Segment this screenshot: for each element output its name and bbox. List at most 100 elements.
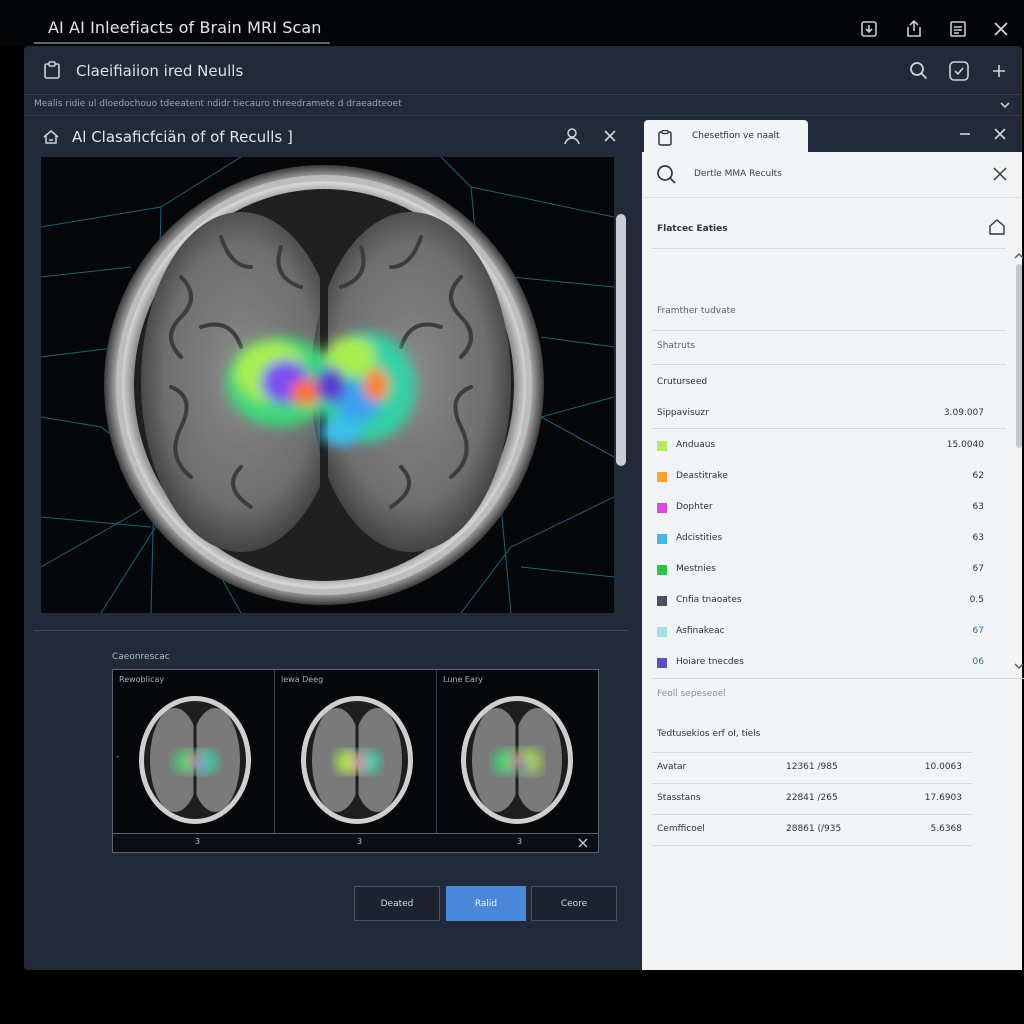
summary-label: Sippavisuzr [657, 408, 709, 418]
app-window-title: AI AI Inleefiacts of Brain MRI Scan [48, 18, 322, 37]
legend-swatch [657, 565, 667, 575]
legend-swatch [657, 596, 667, 606]
report-icon[interactable] [947, 18, 969, 40]
list-item[interactable]: Shatruts [657, 341, 695, 351]
right-results-panel: Dertle MMA Recults Flatcec Eaties Framth… [642, 152, 1024, 970]
divider [652, 845, 972, 846]
legend-label[interactable]: Anduaus [676, 440, 715, 450]
search-icon[interactable] [908, 60, 930, 82]
divider [34, 630, 628, 631]
thumbnail-strip: Rewoblicay lewa Deeg Lune Eary 3 3 3 [112, 669, 599, 853]
legend-swatch [657, 441, 667, 451]
thumbnail-index: 3 [517, 837, 523, 846]
chevron-down-icon[interactable] [1014, 662, 1024, 670]
close-icon[interactable] [578, 838, 588, 848]
chevron-down-icon[interactable] [998, 98, 1012, 112]
divider [652, 330, 1006, 331]
thumbnail-2[interactable]: lewa Deeg [275, 670, 437, 833]
legend-value: 63 [972, 502, 984, 512]
home-icon[interactable] [42, 128, 60, 146]
table-cell-name: Cemfficoel [657, 824, 705, 834]
legend-value: 67 [972, 626, 984, 636]
main-window: Claeifiaiion ired Neulls Mealis ridie ul… [24, 46, 1024, 970]
table-title: Tedtusekios erf oI, tiels [657, 729, 761, 739]
thumbnail-label: Rewoblicay [119, 675, 165, 684]
legend-value: 06 [972, 657, 984, 667]
table-cell-name: Avatar [657, 762, 687, 772]
title-underline [34, 42, 330, 44]
legend-swatch [657, 627, 667, 637]
share-icon[interactable] [903, 18, 925, 40]
divider [652, 678, 1024, 679]
mri-main-viewer[interactable] [41, 157, 614, 613]
legend-label[interactable]: Cnfia tnaoates [676, 595, 742, 605]
list-item[interactable]: Cruturseed [657, 377, 707, 387]
legend-value: 0.5 [969, 595, 984, 605]
list-item[interactable]: Framther tudvate [657, 306, 736, 316]
legend-swatch [657, 658, 667, 668]
home-icon[interactable] [988, 218, 1006, 236]
download-icon[interactable] [858, 18, 880, 40]
path-bar: Mealis ridie ul dloedochouo tdeeatent nd… [24, 94, 1022, 116]
close-icon[interactable] [992, 126, 1008, 142]
viewer-scrollbar[interactable] [616, 214, 626, 466]
minimize-icon[interactable] [957, 126, 973, 142]
add-icon[interactable] [988, 60, 1010, 82]
thumbnail-footer: 3 3 3 [113, 833, 598, 852]
divider [652, 783, 972, 784]
ceore-button[interactable]: Ceore [531, 886, 617, 921]
divider [652, 752, 972, 753]
table-cell-value: 5.6368 [930, 824, 963, 834]
brain-mri-image [41, 157, 614, 613]
thumbnail-3[interactable]: Lune Eary [437, 670, 599, 833]
legend-label[interactable]: Asfinakeac [676, 626, 725, 636]
toolbar-title: Claeifiaiion ired Neulls [76, 62, 244, 80]
table-cell-value: 17.6903 [924, 793, 962, 803]
deated-button[interactable]: Deated [354, 886, 440, 921]
divider [652, 364, 1006, 365]
table-cell-mid: 12361 /985 [786, 762, 838, 772]
divider [652, 248, 1006, 249]
compare-label: Caeonrescac [112, 652, 170, 662]
search-input[interactable]: Dertle MMA Recults [694, 169, 782, 179]
summary-value: 3.09.007 [943, 408, 984, 418]
side-mark: - [116, 752, 120, 762]
legend-label[interactable]: Dophter [676, 502, 713, 512]
chevron-up-icon[interactable] [1014, 252, 1024, 260]
legend-value: 67 [972, 564, 984, 574]
table-cell-mid: 28861 (/935 [786, 824, 842, 834]
thumbnail-index: 3 [195, 837, 201, 846]
thumbnail-mri-image [461, 696, 573, 824]
app-topbar: AI AI Inleefiacts of Brain MRI Scan [0, 0, 1024, 46]
checkbox-icon[interactable] [948, 60, 970, 82]
legend-label[interactable]: Adcistities [676, 533, 722, 543]
thumbnail-index: 3 [357, 837, 363, 846]
clear-search-icon[interactable] [992, 166, 1008, 182]
thumbnail-mri-image [139, 696, 251, 824]
search-icon[interactable] [656, 164, 678, 186]
scrollbar-thumb[interactable] [1016, 264, 1022, 448]
left-panel-header: Al Clasaficfciän of of Reculls ] [24, 116, 640, 156]
right-panel-tab-label: Chesetfion ve naalt [692, 131, 780, 141]
path-text: Mealis ridie ul dloedochouo tdeeatent nd… [34, 99, 402, 109]
legend-label[interactable]: Mestnies [676, 564, 716, 574]
thumbnail-label: Lune Eary [443, 675, 483, 684]
results-scrollbar[interactable] [1012, 252, 1024, 669]
user-icon[interactable] [562, 126, 582, 146]
right-panel-tab[interactable]: Chesetfion ve naalt [644, 120, 808, 154]
legend-swatch [657, 503, 667, 513]
clipboard-icon [44, 61, 60, 79]
legend-label[interactable]: Deastitrake [676, 471, 728, 481]
search-bar[interactable]: Dertle MMA Recults [642, 152, 1022, 198]
legend-label[interactable]: Hoiare tnecdes [676, 657, 744, 667]
close-window-icon[interactable] [990, 18, 1012, 40]
window-titlebar: Claeifiaiion ired Neulls [24, 46, 1022, 94]
clipboard-icon [658, 130, 672, 146]
table-cell-name: Stasstans [657, 793, 701, 803]
legend-value: 63 [972, 533, 984, 543]
section-title: Flatcec Eaties [657, 224, 728, 234]
close-icon[interactable] [602, 128, 618, 144]
thumbnail-1[interactable]: Rewoblicay [113, 670, 275, 833]
thumbnail-mri-image [301, 696, 413, 824]
ralid-button[interactable]: Ralid [446, 886, 526, 921]
